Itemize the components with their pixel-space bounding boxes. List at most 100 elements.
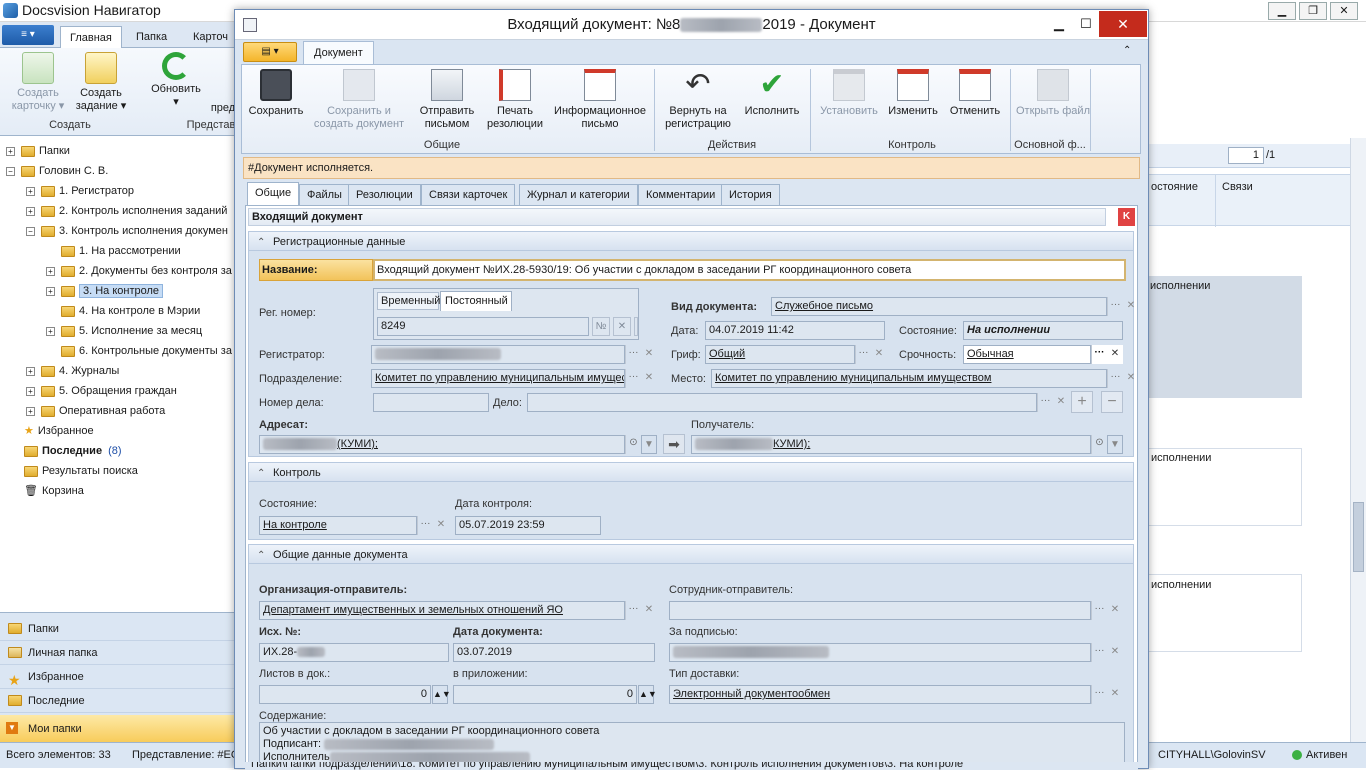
- info-letter-button[interactable]: Информационное письмо: [552, 69, 648, 131]
- case-number-field[interactable]: [373, 393, 489, 412]
- title-input[interactable]: Входящий документ №ИХ.28-5930/19: Об уча…: [373, 259, 1126, 281]
- card-kind-icon[interactable]: K: [1118, 208, 1135, 226]
- nav-favorites[interactable]: ★ Избранное: [0, 665, 236, 689]
- tree-item[interactable]: +2. Контроль исполнения заданий: [26, 201, 227, 221]
- control-state-clear-button[interactable]: ✕: [433, 516, 449, 535]
- tab-general[interactable]: Общие: [247, 182, 300, 205]
- recipient-dropdown[interactable]: ▼: [1107, 435, 1123, 454]
- grif-browse-button[interactable]: ···: [855, 345, 871, 364]
- tab-resolutions[interactable]: Резолюции: [348, 184, 421, 205]
- open-file-button[interactable]: Открыть файл: [1016, 69, 1090, 118]
- restore-button[interactable]: ❐: [1299, 2, 1327, 20]
- edit-number-button[interactable]: [634, 317, 638, 336]
- send-letter-button[interactable]: Отправить письмом: [414, 69, 480, 131]
- tab-files[interactable]: Файлы: [299, 184, 350, 205]
- expand-icon[interactable]: +: [46, 326, 55, 336]
- tree-item[interactable]: +3. На контроле: [46, 281, 164, 301]
- tab-journal[interactable]: Журнал и категории: [519, 184, 638, 205]
- expand-icon[interactable]: +: [26, 406, 35, 416]
- tab-card-links[interactable]: Связи карточек: [421, 184, 516, 205]
- signer-clear-button[interactable]: ✕: [1107, 643, 1123, 662]
- column-links[interactable]: Связи: [1222, 181, 1253, 193]
- minimize-button[interactable]: ▁: [1268, 2, 1296, 20]
- content-textarea[interactable]: Об участии с докладом в заседании РГ коо…: [259, 722, 1125, 764]
- registrar-clear-button[interactable]: ✕: [641, 345, 657, 364]
- tree-item[interactable]: +2. Документы без контроля за: [46, 261, 232, 281]
- regnum-tab-permanent[interactable]: Постоянный: [440, 291, 512, 311]
- case-browse-button[interactable]: ···: [1037, 393, 1053, 412]
- grif-field[interactable]: Общий: [705, 345, 855, 364]
- doctype-field[interactable]: Служебное письмо: [771, 297, 1107, 316]
- tree-item[interactable]: Последние (8): [24, 441, 122, 461]
- tree-item[interactable]: + Папки: [6, 141, 70, 161]
- delivery-browse-button[interactable]: ···: [1091, 685, 1107, 704]
- expand-icon[interactable]: +: [46, 266, 55, 276]
- addressee-field[interactable]: (КУМИ);: [259, 435, 625, 454]
- regnum-tab-temporary[interactable]: Временный: [377, 292, 440, 310]
- tree-item[interactable]: ★ Избранное: [24, 421, 94, 441]
- recipient-info-button[interactable]: ⊙: [1091, 435, 1107, 454]
- grif-clear-button[interactable]: ✕: [871, 345, 887, 364]
- collapse-icon[interactable]: −: [6, 166, 15, 176]
- doc-close-button[interactable]: ✕: [1099, 11, 1147, 37]
- list-scrollbar[interactable]: [1350, 138, 1366, 742]
- doc-date-field[interactable]: 03.07.2019: [453, 643, 655, 662]
- save-create-button[interactable]: Сохранить и создать документ: [312, 69, 406, 131]
- create-card-button[interactable]: Создать карточку ▾: [10, 52, 66, 113]
- cancel-control-button[interactable]: Отменить: [946, 69, 1004, 118]
- department-field[interactable]: Комитет по управлению муниципальным имущ…: [371, 369, 625, 388]
- refresh-button[interactable]: Обновить ▾: [146, 52, 206, 109]
- execute-button[interactable]: ✔ Исполнить: [740, 69, 804, 118]
- expand-icon[interactable]: +: [26, 186, 35, 196]
- nav-folders[interactable]: Папки: [0, 617, 236, 641]
- registrar-field[interactable]: [371, 345, 625, 364]
- signed-by-field[interactable]: [669, 643, 1091, 662]
- collapse-ribbon-icon[interactable]: ⌃: [1123, 45, 1131, 56]
- place-field[interactable]: Комитет по управлению муниципальным имущ…: [711, 369, 1107, 388]
- addressee-info-button[interactable]: ⊙: [625, 435, 641, 454]
- employee-sender-field[interactable]: [669, 601, 1091, 620]
- appendix-spinner[interactable]: ▲▼: [638, 685, 657, 704]
- employee-clear-button[interactable]: ✕: [1107, 601, 1123, 620]
- section-control[interactable]: Контроль: [248, 462, 1134, 484]
- tree-item[interactable]: + Оперативная работа: [26, 401, 165, 421]
- doctype-clear-button[interactable]: ✕: [1123, 297, 1137, 316]
- scrollbar-thumb[interactable]: [1353, 502, 1364, 572]
- expand-icon[interactable]: +: [26, 366, 35, 376]
- close-button[interactable]: ✕: [1330, 2, 1358, 20]
- nav-personal[interactable]: Личная папка: [0, 641, 236, 665]
- section-general[interactable]: Общие данные документа: [248, 544, 1134, 566]
- nav-my-folders[interactable]: ▼ Мои папки: [0, 715, 236, 743]
- org-browse-button[interactable]: ···: [625, 601, 641, 620]
- tree-item[interactable]: − 3. Контроль исполнения докумен: [26, 221, 228, 241]
- tab-card[interactable]: Карточ: [184, 26, 237, 48]
- column-state[interactable]: остояние: [1151, 181, 1198, 193]
- change-control-button[interactable]: Изменить: [884, 69, 942, 118]
- delivery-field[interactable]: Электронный документообмен: [669, 685, 1091, 704]
- department-browse-button[interactable]: ···: [625, 369, 641, 388]
- tab-document[interactable]: Документ: [303, 41, 374, 64]
- place-browse-button[interactable]: ···: [1107, 369, 1123, 388]
- page-number-input[interactable]: 1: [1228, 147, 1264, 164]
- org-clear-button[interactable]: ✕: [641, 601, 657, 620]
- tree-item[interactable]: 4. На контроле в Мэрии: [46, 301, 200, 321]
- tree-item[interactable]: Результаты поиска: [24, 461, 138, 481]
- doctype-browse-button[interactable]: ···: [1107, 297, 1123, 316]
- doc-menu-button[interactable]: ▤ ▾: [243, 42, 297, 62]
- appendix-field[interactable]: 0: [453, 685, 637, 704]
- expand-icon[interactable]: +: [26, 386, 35, 396]
- section-registration[interactable]: Регистрационные данные: [248, 231, 1134, 253]
- remove-case-button[interactable]: −: [1101, 391, 1123, 413]
- clear-number-button[interactable]: ✕: [613, 317, 631, 336]
- employee-browse-button[interactable]: ···: [1091, 601, 1107, 620]
- set-control-button[interactable]: Установить: [816, 69, 882, 118]
- nav-recent[interactable]: Последние: [0, 689, 236, 713]
- urgency-field[interactable]: Обычная: [963, 345, 1091, 364]
- control-state-browse-button[interactable]: ···: [417, 516, 433, 535]
- tree-item[interactable]: +5. Обращения граждан: [26, 381, 177, 401]
- tree-item[interactable]: +1. Регистратор: [26, 181, 134, 201]
- doc-maximize-button[interactable]: ☐: [1072, 13, 1100, 35]
- recipient-field[interactable]: КУМИ);: [691, 435, 1091, 454]
- place-clear-button[interactable]: ✕: [1123, 369, 1137, 388]
- print-resolution-button[interactable]: Печать резолюции: [482, 69, 548, 131]
